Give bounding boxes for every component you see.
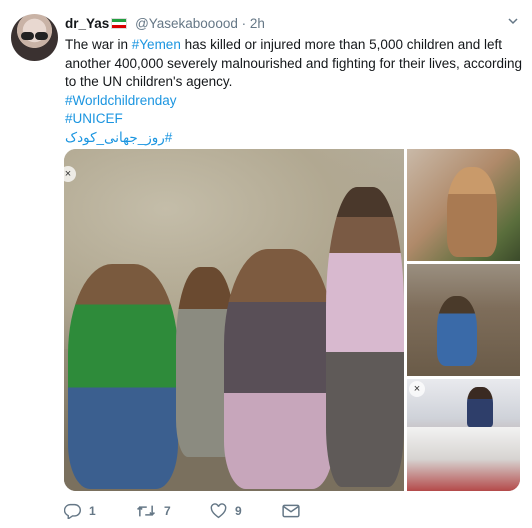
- hashtag-persian-link[interactable]: #روز_جهانی_کودک: [65, 129, 525, 148]
- photo-child: [447, 167, 497, 257]
- separator-dot: ·: [241, 16, 247, 31]
- tweet-actions: 1 7 9: [64, 500, 484, 522]
- reply-button[interactable]: 1: [64, 500, 96, 522]
- chevron-down-icon[interactable]: [508, 16, 518, 26]
- reply-icon: [64, 503, 81, 519]
- side-photo-2[interactable]: [407, 264, 520, 376]
- retweet-count: 7: [164, 504, 171, 518]
- media-grid: × ×: [64, 149, 520, 491]
- retweet-button[interactable]: 7: [136, 500, 171, 522]
- main-photo[interactable]: [64, 149, 404, 491]
- iran-flag-icon: [111, 18, 128, 29]
- tweet-header: dr_Yas @Yasekabooood · 2h: [65, 16, 265, 32]
- hashtag-unicef-link[interactable]: #UNICEF: [65, 110, 525, 129]
- hashtag-worldchildrenday-link[interactable]: #Worldchildrenday: [65, 92, 525, 111]
- avatar-glasses-right: [35, 32, 48, 40]
- photo-child-3: [224, 249, 334, 489]
- author-name[interactable]: dr_Yas: [65, 16, 109, 31]
- envelope-icon: [282, 504, 300, 518]
- heart-icon: [210, 503, 227, 519]
- photo-child-4: [326, 187, 404, 487]
- side-photo-1[interactable]: [407, 149, 520, 261]
- tweet-text: The war in #Yemen has killed or injured …: [65, 36, 525, 148]
- photo-hospital-bed: [407, 427, 520, 491]
- photo-child: [437, 296, 477, 366]
- avatar[interactable]: [11, 14, 58, 61]
- photo-doctor: [467, 387, 493, 427]
- author-handle[interactable]: @Yasekabooood: [135, 16, 238, 31]
- photo-child-1: [68, 264, 178, 489]
- like-count: 9: [235, 504, 242, 518]
- close-icon[interactable]: ×: [409, 381, 425, 397]
- tweet-text-part: The war in: [65, 37, 132, 52]
- hashtag-yemen-link[interactable]: #Yemen: [132, 37, 181, 52]
- direct-message-button[interactable]: [282, 500, 300, 522]
- side-photo-3[interactable]: ×: [407, 379, 520, 491]
- retweet-icon: [136, 503, 156, 519]
- tweet[interactable]: dr_Yas @Yasekabooood · 2h The war in #Ye…: [0, 0, 532, 528]
- tweet-timestamp[interactable]: 2h: [250, 16, 265, 31]
- like-button[interactable]: 9: [210, 500, 242, 522]
- reply-count: 1: [89, 504, 96, 518]
- avatar-glasses-left: [21, 32, 34, 40]
